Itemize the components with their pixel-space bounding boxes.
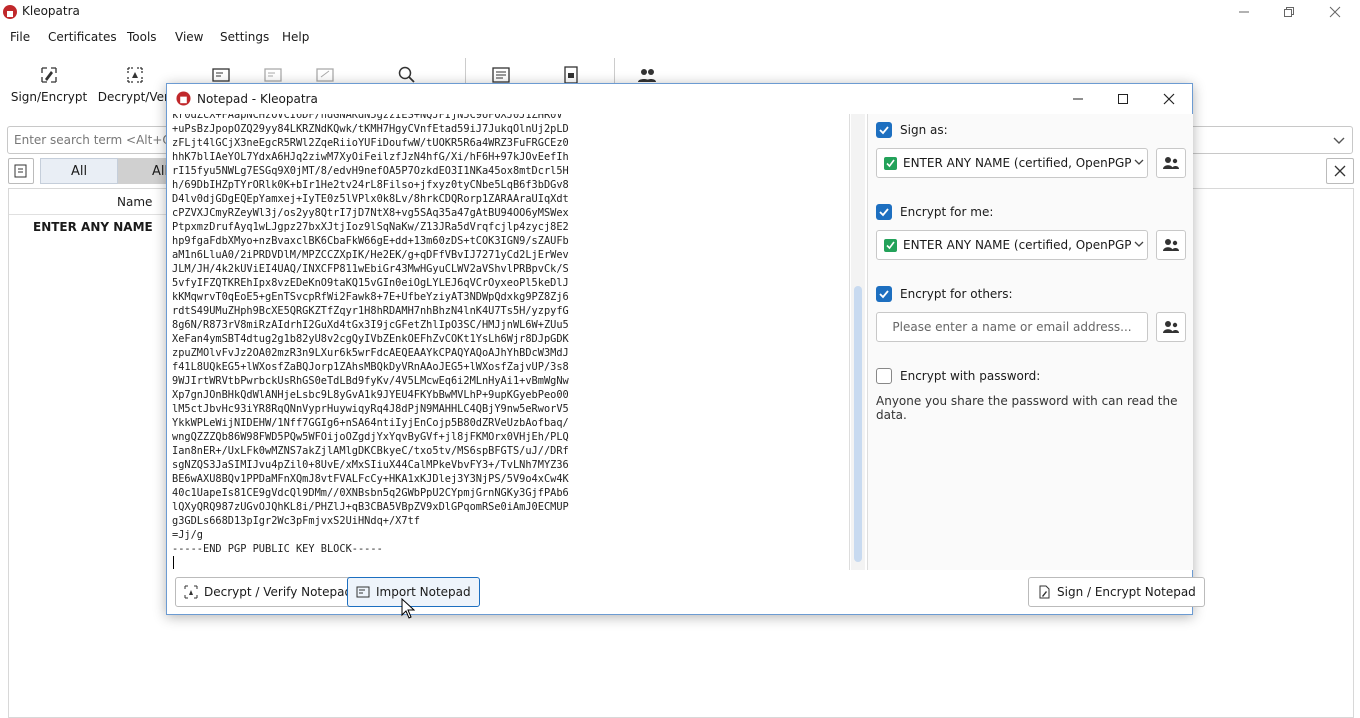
maximize-icon bbox=[1118, 94, 1128, 104]
menu-settings[interactable]: Settings bbox=[220, 30, 269, 44]
encrypt-for-me-select[interactable]: ENTER ANY NAME (certified, OpenPGP, cre bbox=[876, 230, 1148, 260]
sign-encrypt-notepad-label: Sign / Encrypt Notepad bbox=[1057, 585, 1196, 599]
editor-scrollbar[interactable] bbox=[851, 114, 865, 570]
notepad-text: kr0dZcX+FAapNCHzOVCI6DF/hdGNAKdN5gzzIES+… bbox=[172, 114, 569, 555]
list-item[interactable]: ENTER ANY NAME bbox=[33, 220, 153, 234]
notepad-dialog: Notepad - Kleopatra kr0dZcX+FAapNCHzOVCI… bbox=[166, 83, 1205, 615]
checkmark-icon bbox=[879, 290, 889, 299]
scrollbar-thumb[interactable] bbox=[854, 286, 862, 562]
search-placeholder: Enter search term <Alt+Q> bbox=[14, 133, 182, 147]
valid-certificate-icon bbox=[884, 238, 897, 252]
dialog-minimize-button[interactable] bbox=[1058, 87, 1098, 111]
mouse-cursor-icon bbox=[401, 598, 415, 619]
password-hint: Anyone you share the password with can r… bbox=[876, 394, 1178, 422]
window-title: Kleopatra bbox=[22, 4, 80, 18]
encrypt-for-me-checkbox[interactable] bbox=[876, 204, 892, 220]
close-icon bbox=[1329, 6, 1341, 18]
menu-help[interactable]: Help bbox=[282, 30, 309, 44]
encrypt-with-password-label: Encrypt with password: bbox=[900, 369, 1041, 383]
decrypt-verify-notepad-button[interactable]: Decrypt / Verify Notepad bbox=[175, 577, 362, 607]
recipient-input[interactable]: Please enter a name or email address... bbox=[876, 312, 1148, 342]
sign-as-option[interactable]: Sign as: bbox=[876, 122, 948, 138]
dialog-maximize-button[interactable] bbox=[1103, 87, 1143, 111]
import-certificate-icon bbox=[356, 586, 370, 598]
encrypt-for-me-label: Encrypt for me: bbox=[900, 205, 994, 219]
decrypt-verify-icon bbox=[127, 67, 143, 83]
checkmark-icon bbox=[879, 208, 889, 217]
menu-bar: File Certificates Tools View Settings He… bbox=[0, 26, 1360, 50]
dialog-title: Notepad - Kleopatra bbox=[197, 92, 318, 106]
dialog-close-button[interactable] bbox=[1149, 87, 1189, 111]
encrypt-for-others-checkbox[interactable] bbox=[876, 286, 892, 302]
valid-certificate-icon bbox=[884, 156, 897, 170]
close-icon bbox=[1334, 165, 1346, 177]
close-button[interactable] bbox=[1312, 0, 1358, 24]
recipient-certificate-button[interactable] bbox=[1156, 312, 1186, 342]
menu-view[interactable]: View bbox=[175, 30, 203, 44]
decrypt-verify-icon bbox=[184, 585, 198, 599]
close-tab-button[interactable] bbox=[1326, 158, 1354, 184]
import-notepad-label: Import Notepad bbox=[376, 585, 471, 599]
notepad-editor[interactable]: kr0dZcX+FAapNCHzOVCI6DF/hdGNAKdN5gzzIES+… bbox=[170, 114, 850, 570]
decrypt-verify-toolbar-button[interactable]: Decrypt/Veri bbox=[97, 56, 173, 110]
encrypt-for-me-option[interactable]: Encrypt for me: bbox=[876, 204, 993, 220]
chevron-down-icon bbox=[1131, 238, 1147, 252]
restore-button[interactable] bbox=[1266, 0, 1312, 24]
restore-icon bbox=[1284, 7, 1294, 17]
kleopatra-logo-icon bbox=[3, 5, 17, 19]
new-tab-button[interactable] bbox=[8, 158, 34, 184]
tab-all-label: All bbox=[70, 163, 88, 179]
options-panel: Sign as: ENTER ANY NAME (certified, Open… bbox=[867, 114, 1193, 570]
chevron-down-icon[interactable] bbox=[1332, 133, 1346, 147]
tab-all[interactable]: All bbox=[40, 158, 118, 184]
close-icon bbox=[1163, 93, 1175, 105]
list-header: Name bbox=[9, 189, 169, 215]
sign-as-label: Sign as: bbox=[900, 123, 948, 137]
dialog-titlebar: Notepad - Kleopatra bbox=[167, 84, 1192, 114]
sign-as-value: ENTER ANY NAME (certified, OpenPGP, cre bbox=[903, 156, 1131, 170]
minimize-button[interactable] bbox=[1221, 0, 1267, 24]
sign-encrypt-icon bbox=[1039, 585, 1050, 599]
sign-encrypt-icon bbox=[41, 67, 57, 83]
encrypt-for-me-value: ENTER ANY NAME (certified, OpenPGP, cre bbox=[903, 238, 1131, 252]
checkmark-icon bbox=[879, 126, 889, 135]
sign-encrypt-label: Sign/Encrypt bbox=[10, 90, 88, 104]
recipient-placeholder: Please enter a name or email address... bbox=[892, 320, 1132, 334]
encrypt-for-me-certificate-button[interactable] bbox=[1156, 230, 1186, 260]
menu-certificates[interactable]: Certificates bbox=[48, 30, 117, 44]
menu-file[interactable]: File bbox=[10, 30, 30, 44]
encrypt-for-others-label: Encrypt for others: bbox=[900, 287, 1013, 301]
encrypt-with-password-option[interactable]: Encrypt with password: bbox=[876, 368, 1040, 384]
text-cursor bbox=[173, 556, 174, 569]
chevron-down-icon bbox=[1131, 156, 1147, 170]
sign-as-certificate-button[interactable] bbox=[1156, 148, 1186, 178]
encrypt-with-password-checkbox[interactable] bbox=[876, 368, 892, 384]
menu-tools[interactable]: Tools bbox=[127, 30, 157, 44]
kleopatra-logo-icon bbox=[176, 91, 191, 106]
decrypt-verify-notepad-label: Decrypt / Verify Notepad bbox=[204, 585, 353, 599]
column-name-header[interactable]: Name bbox=[117, 195, 152, 209]
user-certificates-icon bbox=[1163, 157, 1179, 169]
encrypt-for-others-option[interactable]: Encrypt for others: bbox=[876, 286, 1013, 302]
main-titlebar: Kleopatra bbox=[0, 0, 1360, 24]
minimize-icon bbox=[1239, 11, 1249, 13]
decrypt-verify-label: Decrypt/Veri bbox=[97, 90, 173, 104]
user-certificates-icon bbox=[1163, 321, 1179, 333]
sign-encrypt-toolbar-button[interactable]: Sign/Encrypt bbox=[10, 56, 88, 110]
sign-as-select[interactable]: ENTER ANY NAME (certified, OpenPGP, cre bbox=[876, 148, 1148, 178]
sign-as-checkbox[interactable] bbox=[876, 122, 892, 138]
user-certificates-icon bbox=[1163, 239, 1179, 251]
new-tab-icon bbox=[14, 164, 27, 178]
sign-encrypt-notepad-button[interactable]: Sign / Encrypt Notepad bbox=[1028, 577, 1205, 607]
minimize-icon bbox=[1073, 98, 1083, 100]
